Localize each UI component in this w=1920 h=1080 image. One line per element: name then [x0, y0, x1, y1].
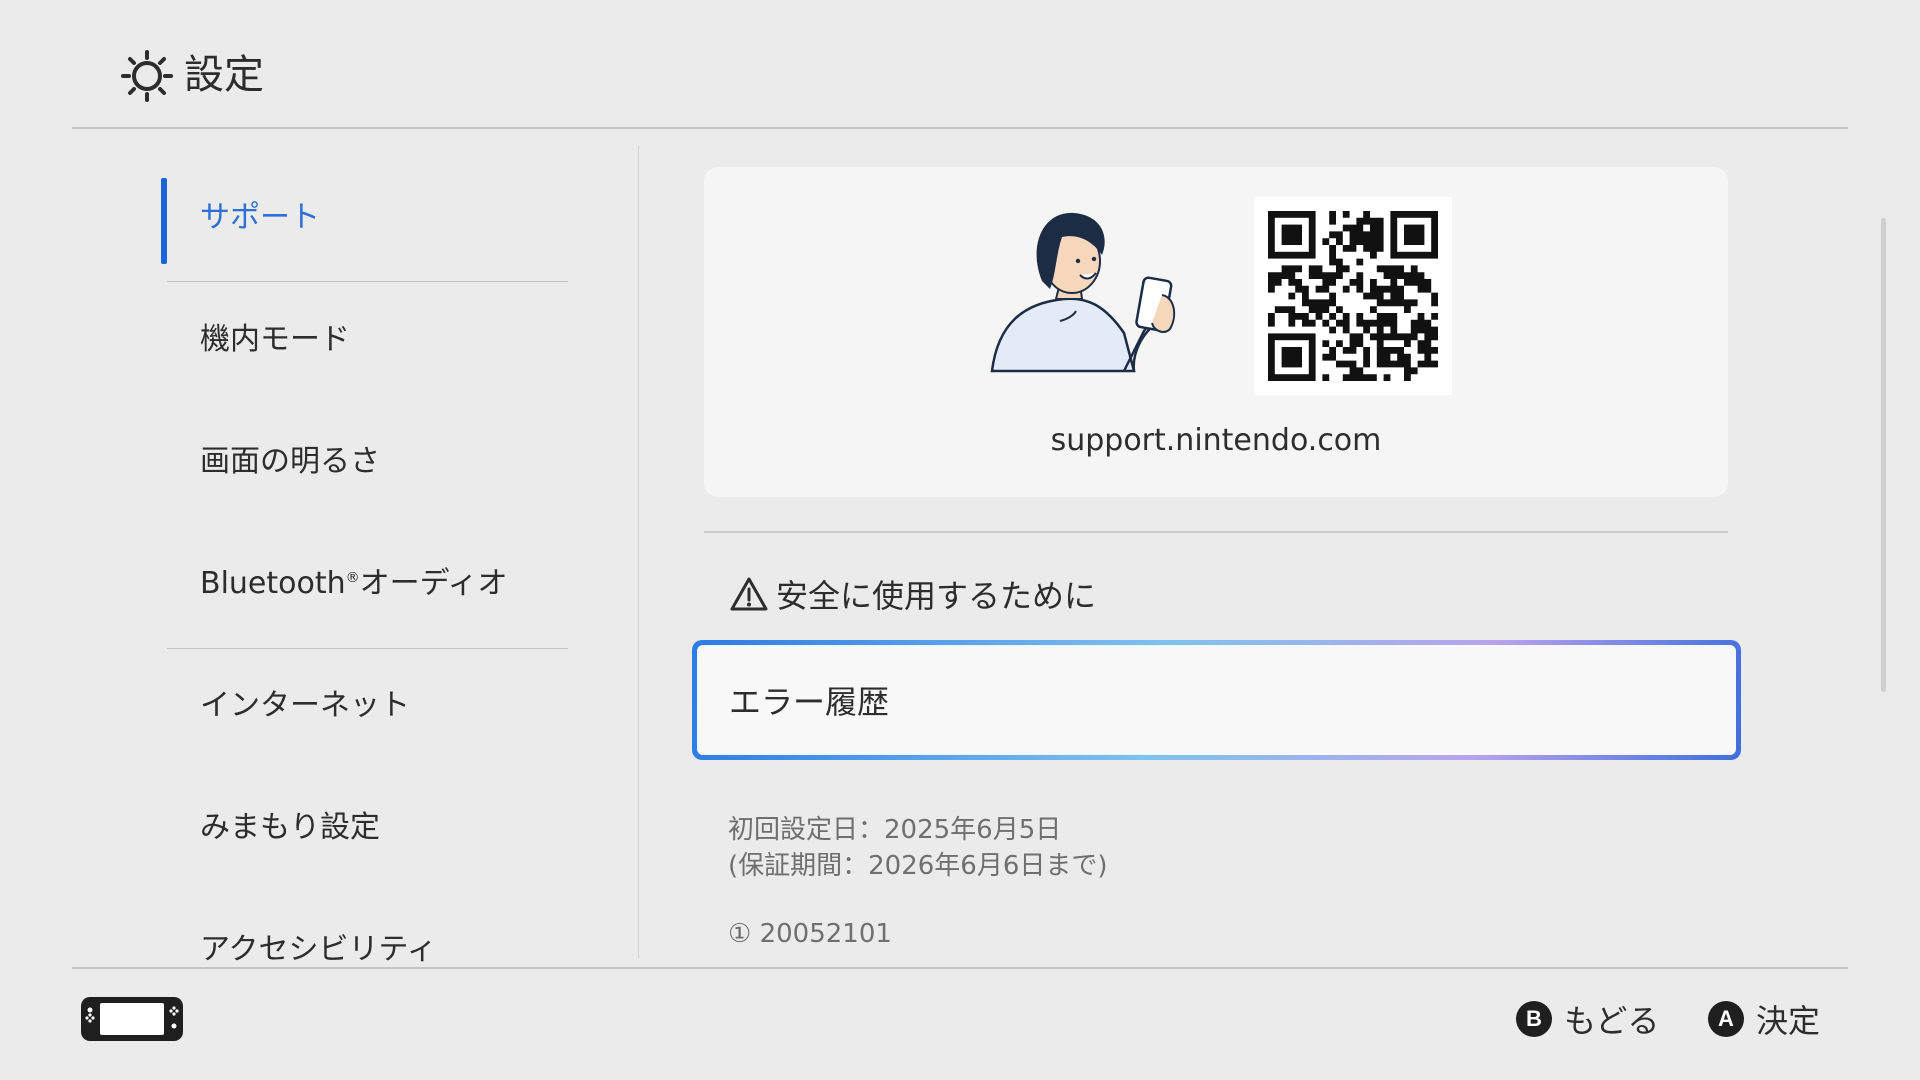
sidebar-item-label: 機内モード: [200, 322, 350, 357]
sidebar-item-label-suffix: オーディオ: [359, 566, 508, 601]
settings-sun-icon: [121, 50, 173, 102]
serial-marker: ①: [728, 919, 752, 949]
serial-row: ① 20052101: [728, 916, 892, 952]
sidebar-divider: [167, 648, 568, 649]
sidebar-item-brightness[interactable]: 画面の明るさ: [200, 430, 380, 494]
sidebar-item-label: Bluetooth: [200, 566, 346, 601]
sidebar-item-airplane-mode[interactable]: 機内モード: [200, 308, 350, 372]
b-button-icon: B: [1516, 1001, 1552, 1037]
scrollbar[interactable]: [1881, 218, 1886, 692]
support-card[interactable]: support.nintendo.com: [704, 167, 1728, 497]
sidebar-item-bluetooth-audio[interactable]: Bluetooth®オーディオ: [200, 552, 508, 616]
sidebar-item-label: みまもり設定: [200, 810, 380, 845]
serial-number: 20052101: [759, 919, 892, 949]
footer-divider: [72, 967, 1848, 969]
warning-icon: [730, 577, 768, 611]
qr-code-icon: [1254, 197, 1452, 395]
person-with-phone-illustration: [990, 212, 1176, 373]
sidebar-item-accessibility[interactable]: アクセシビリティ: [200, 918, 437, 970]
registered-mark: ®: [345, 570, 360, 586]
error-history-button[interactable]: エラー履歴: [692, 640, 1741, 760]
warranty-text: (保証期間：2026年6月6日まで): [728, 851, 1108, 881]
console-icon: [81, 997, 183, 1041]
safety-info-item[interactable]: 安全に使用するために: [730, 564, 1096, 624]
back-label: もどる: [1564, 1002, 1660, 1040]
sidebar-item-label: アクセシビリティ: [200, 932, 437, 967]
column-divider: [638, 146, 639, 958]
confirm-button[interactable]: A 決定: [1708, 996, 1820, 1042]
sidebar-item-label: インターネット: [200, 688, 410, 723]
sidebar: サポート 機内モード 画面の明るさ Bluetooth®オーディオ インターネッ…: [0, 140, 640, 970]
sidebar-item-internet[interactable]: インターネット: [200, 674, 410, 738]
error-history-label: エラー履歴: [729, 683, 890, 721]
a-button-icon: A: [1708, 1001, 1744, 1037]
back-button[interactable]: B もどる: [1516, 996, 1659, 1042]
sidebar-item-support[interactable]: サポート: [200, 186, 320, 250]
sidebar-divider: [167, 281, 568, 282]
sidebar-item-label: 画面の明るさ: [200, 444, 380, 479]
sidebar-item-parental-controls[interactable]: みまもり設定: [200, 796, 380, 860]
header: 設定: [0, 0, 1920, 129]
confirm-label: 決定: [1756, 1002, 1821, 1040]
header-divider: [72, 127, 1848, 129]
safety-info-label: 安全に使用するために: [776, 577, 1097, 615]
setup-date-text: 初回設定日：2025年6月5日: [728, 815, 1062, 845]
support-url: support.nintendo.com: [1050, 423, 1382, 458]
sidebar-item-label: サポート: [200, 200, 320, 235]
main-content: support.nintendo.com 安全に使用するために エラー履歴 初回…: [660, 140, 1860, 968]
content-divider: [704, 531, 1728, 533]
selected-item-marker: [161, 178, 167, 264]
page-title: 設定: [184, 52, 264, 98]
